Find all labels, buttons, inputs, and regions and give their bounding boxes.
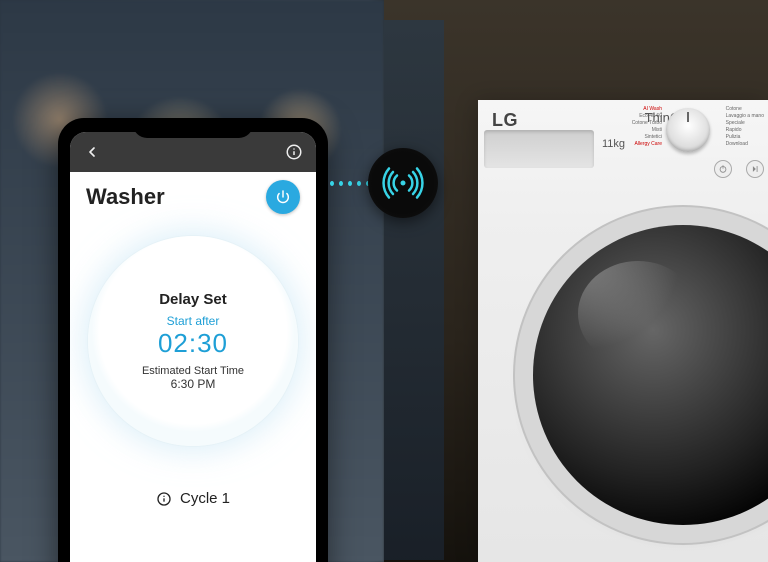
- program-list-right: Cotone Lavaggio a mano Speciale Rapido P…: [726, 106, 764, 148]
- washing-machine: LG ThinQ AI Wash Eco 40-60 Cotone Turbo …: [478, 100, 768, 562]
- cycle-label: Cycle 1: [180, 490, 230, 507]
- detergent-tray[interactable]: [484, 130, 594, 168]
- connection-dots: [330, 180, 370, 186]
- program-item: Allergy Care: [632, 141, 662, 148]
- program-item: AI Wash: [632, 106, 662, 113]
- phone-notch: [133, 118, 253, 138]
- program-item: Pulizia: [726, 134, 764, 141]
- start-after-value: 02:30: [158, 328, 228, 359]
- program-item: Eco 40-60: [632, 113, 662, 120]
- cycle-row[interactable]: Cycle 1: [70, 490, 316, 507]
- program-item: Cotone: [726, 106, 764, 113]
- estimated-start-time: 6:30 PM: [171, 377, 216, 391]
- info-header-button[interactable]: [282, 140, 306, 164]
- program-item: Cotone Turbo: [632, 120, 662, 127]
- title-row: Washer: [70, 172, 316, 218]
- program-list-left: AI Wash Eco 40-60 Cotone Turbo Misti Sin…: [632, 106, 662, 148]
- machine-control-panel: LG ThinQ AI Wash Eco 40-60 Cotone Turbo …: [478, 100, 768, 220]
- program-item: Sintetici: [632, 134, 662, 141]
- capacity-label: 11kg: [602, 138, 625, 150]
- machine-power-button[interactable]: [714, 160, 732, 178]
- program-item: Misti: [632, 127, 662, 134]
- app-top-bar: [70, 132, 316, 172]
- smartphone: Washer Delay Set Start after 02:30 Estim…: [58, 118, 328, 562]
- chevron-left-icon: [84, 144, 100, 160]
- power-button[interactable]: [266, 180, 300, 214]
- start-after-label: Start after: [167, 314, 220, 328]
- program-item: Rapido: [726, 127, 764, 134]
- info-icon: [285, 143, 303, 161]
- room-window: [384, 20, 444, 560]
- signal-icon: [378, 158, 428, 208]
- app-screen: Washer Delay Set Start after 02:30 Estim…: [70, 132, 316, 562]
- info-icon: [156, 491, 172, 507]
- wireless-signal-icon: [368, 148, 438, 218]
- page-title: Washer: [86, 184, 165, 210]
- machine-start-pause-button[interactable]: [746, 160, 764, 178]
- machine-door[interactable]: [533, 225, 768, 525]
- delay-set-card[interactable]: Delay Set Start after 02:30 Estimated St…: [88, 236, 298, 446]
- delay-heading: Delay Set: [159, 291, 227, 308]
- scene: LG ThinQ AI Wash Eco 40-60 Cotone Turbo …: [0, 0, 768, 562]
- program-item: Speciale: [726, 120, 764, 127]
- back-button[interactable]: [80, 140, 104, 164]
- program-item: Download: [726, 141, 764, 148]
- estimated-start-label: Estimated Start Time: [142, 365, 244, 377]
- program-item: Lavaggio a mano: [726, 113, 764, 120]
- program-dial[interactable]: [666, 108, 710, 152]
- brand-logo: LG: [492, 110, 518, 131]
- machine-buttons: [714, 160, 764, 178]
- power-icon: [275, 189, 291, 205]
